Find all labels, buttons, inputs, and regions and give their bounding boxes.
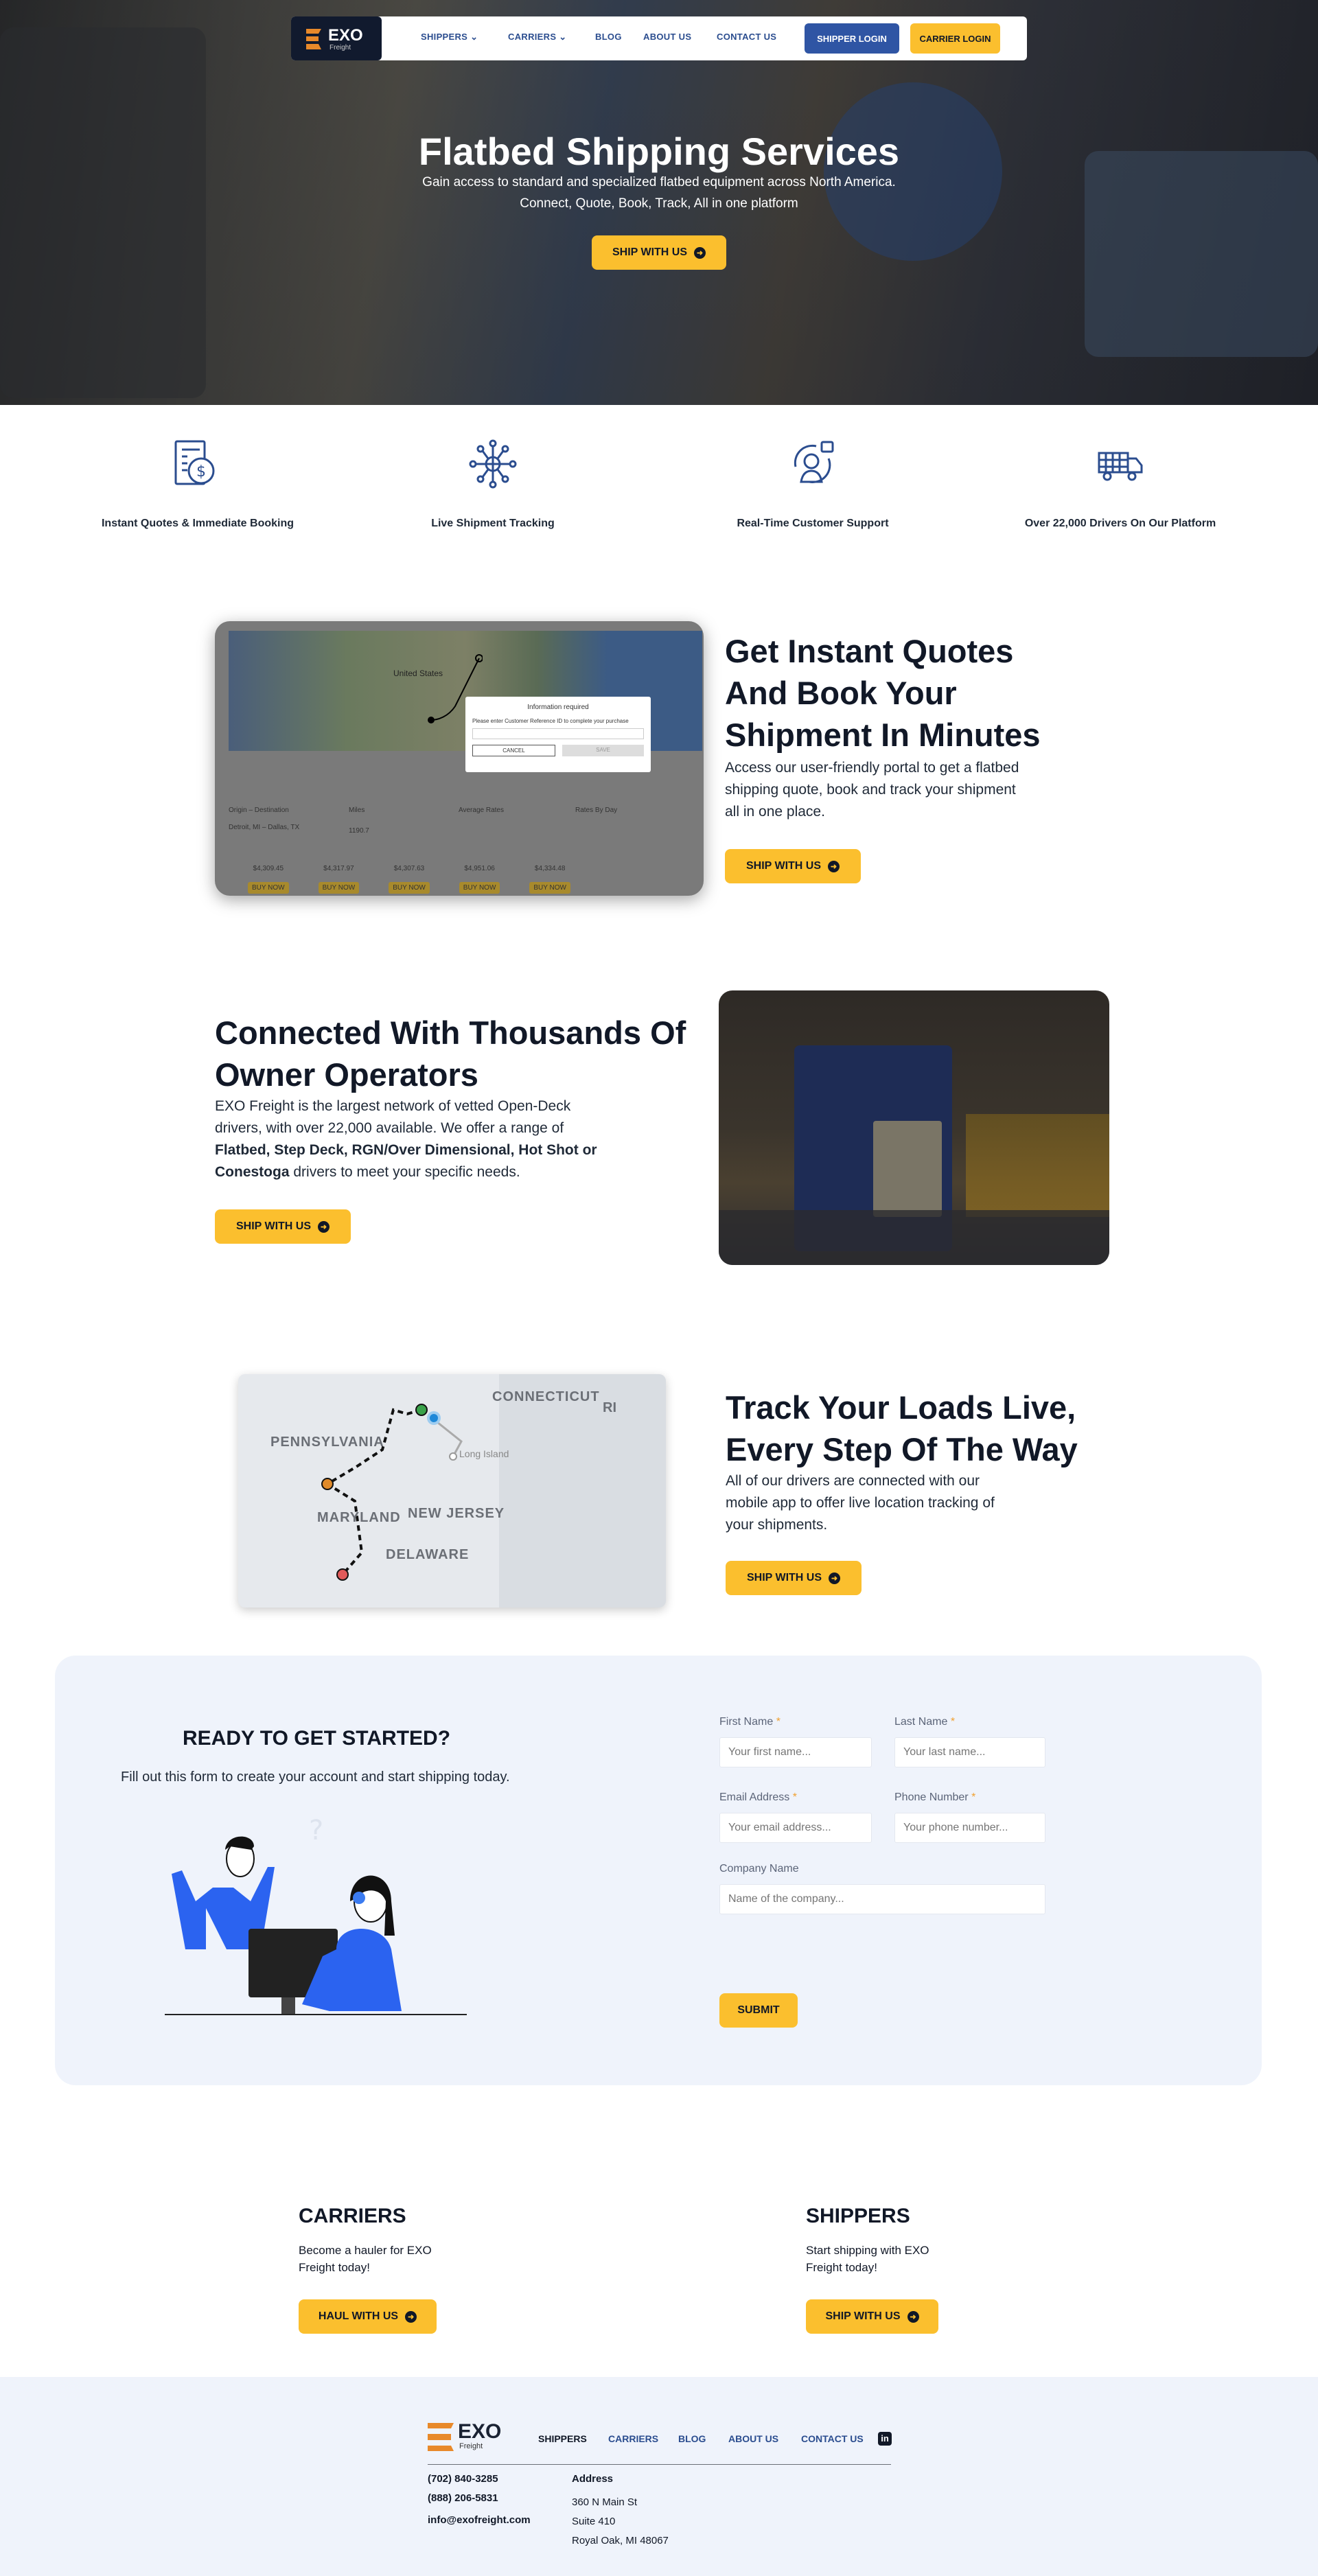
footer-logo[interactable]: EXO Freight xyxy=(428,2420,510,2455)
customer-support-icon xyxy=(794,441,834,483)
shipper-login-button[interactable]: SHIPPER LOGIN xyxy=(805,23,899,54)
tracking-text: All of our drivers are connected with ou… xyxy=(726,1473,995,1533)
company-input[interactable] xyxy=(719,1884,1045,1914)
last-name-input[interactable] xyxy=(894,1737,1045,1767)
feature-tracking: Live Shipment Tracking xyxy=(369,439,616,530)
buy-now-button: BUY NOW xyxy=(318,882,360,894)
operators-text: EXO Freight is the largest network of ve… xyxy=(215,1098,597,1180)
svg-text:$: $ xyxy=(196,463,206,480)
trucks-icon xyxy=(1098,452,1143,481)
support-illustration: ? xyxy=(165,1819,467,2015)
submit-button[interactable]: SUBMIT xyxy=(719,1993,798,2028)
nav-contact[interactable]: CONTACT US xyxy=(717,32,776,42)
signup-text: Fill out this form to create your accoun… xyxy=(121,1769,510,1785)
arrow-right-icon: ➜ xyxy=(828,860,840,872)
nav-blog[interactable]: BLOG xyxy=(595,32,622,42)
portal-results: Origin – Destination Miles Average Rates… xyxy=(229,758,702,894)
buy-now-button: BUY NOW xyxy=(459,882,500,894)
footer-link-contact[interactable]: CONTACT US xyxy=(801,2433,864,2444)
hero-ship-button[interactable]: SHIP WITH US ➜ xyxy=(592,235,726,270)
operators-ship-button[interactable]: SHIP WITH US ➜ xyxy=(215,1209,351,1244)
first-name-label: First Name * xyxy=(719,1716,781,1728)
carriers-text: Become a hauler for EXO Freight today! xyxy=(299,2244,432,2274)
quotes-title: Get Instant Quotes And Book Your Shipmen… xyxy=(725,633,1041,753)
phone-label: Phone Number * xyxy=(894,1791,976,1803)
carriers-title: CARRIERS xyxy=(299,2205,406,2227)
phone-2[interactable]: (888) 206-5831 xyxy=(428,2489,531,2508)
shippers-title: SHIPPERS xyxy=(806,2205,910,2227)
phone-1[interactable]: (702) 840-3285 xyxy=(428,2470,531,2489)
carrier-login-button[interactable]: CARRIER LOGIN xyxy=(910,23,1000,54)
nav-shippers[interactable]: SHIPPERS ⌄ xyxy=(421,32,478,43)
logo-mark-icon xyxy=(306,29,321,49)
email-link[interactable]: info@exofreight.com xyxy=(428,2511,531,2530)
hero-subtitle: Gain access to standard and specialized … xyxy=(422,175,896,189)
logo-mark-icon xyxy=(428,2423,454,2451)
quotes-text: Access our user-friendly portal to get a… xyxy=(725,760,1019,820)
phone-input[interactable] xyxy=(894,1813,1045,1843)
footer-link-shippers[interactable]: SHIPPERS xyxy=(538,2433,587,2444)
hero-subtitle-2: Connect, Quote, Book, Track, All in one … xyxy=(520,196,798,211)
shippers-text: Start shipping with EXO Freight today! xyxy=(806,2244,929,2274)
company-label: Company Name xyxy=(719,1863,799,1875)
footer-link-blog[interactable]: BLOG xyxy=(678,2433,706,2444)
top-nav: SHIPPERS ⌄ CARRIERS ⌄ BLOG ABOUT US CONT… xyxy=(291,16,1027,60)
arrow-right-icon: ➜ xyxy=(694,246,706,259)
email-label: Email Address * xyxy=(719,1791,797,1803)
arrow-right-icon: ➜ xyxy=(318,1220,330,1233)
invoice-dollar-icon: $ xyxy=(174,440,215,485)
footer-contact: (702) 840-3285 (888) 206-5831 info@exofr… xyxy=(428,2470,531,2530)
buy-now-button: BUY NOW xyxy=(248,882,289,894)
footer-address: Address 360 N Main St Suite 410 Royal Oak,… xyxy=(572,2473,669,2546)
footer-divider xyxy=(428,2464,891,2465)
nav-carriers[interactable]: CARRIERS ⌄ xyxy=(508,32,566,43)
arrow-right-icon: ➜ xyxy=(907,2310,919,2323)
footer-link-carriers[interactable]: CARRIERS xyxy=(608,2433,658,2444)
linkedin-icon[interactable]: in xyxy=(878,2432,892,2446)
info-dialog: Information required Please enter Custom… xyxy=(465,697,651,772)
logo[interactable]: EXO Freight xyxy=(291,16,382,60)
first-name-input[interactable] xyxy=(719,1737,872,1767)
feature-support: Real-Time Customer Support xyxy=(689,439,936,530)
email-input[interactable] xyxy=(719,1813,872,1843)
arrow-right-icon: ➜ xyxy=(405,2310,417,2323)
feature-quotes: $ Instant Quotes & Immediate Booking xyxy=(74,439,321,530)
feature-drivers: Over 22,000 Drivers On Our Platform xyxy=(997,439,1244,530)
last-name-label: Last Name * xyxy=(894,1716,956,1728)
truck-image xyxy=(719,990,1109,1265)
hero-title: Flatbed Shipping Services xyxy=(418,130,900,173)
haul-with-us-button[interactable]: HAUL WITH US ➜ xyxy=(299,2299,437,2334)
buy-now-button: BUY NOW xyxy=(529,882,570,894)
signup-title: READY TO GET STARTED? xyxy=(182,1727,451,1750)
svg-text:?: ? xyxy=(309,1819,323,1846)
tracking-title: Track Your Loads Live, Every Step Of The… xyxy=(726,1389,1078,1467)
arrow-right-icon: ➜ xyxy=(829,1572,841,1584)
nav-about[interactable]: ABOUT US xyxy=(643,32,691,42)
quotes-ship-button[interactable]: SHIP WITH US ➜ xyxy=(725,849,861,883)
operators-title: Connected With Thousands Of Owner Operat… xyxy=(215,1014,686,1093)
quote-portal-screenshot: United States Origin – Destination Miles… xyxy=(215,621,704,896)
shippers-ship-button[interactable]: SHIP WITH US ➜ xyxy=(806,2299,938,2334)
tracking-ship-button[interactable]: SHIP WITH US ➜ xyxy=(726,1561,862,1595)
tracking-map: CONNECTICUT RI PENNSYLVANIA Long Island … xyxy=(238,1374,666,1608)
network-globe-icon xyxy=(469,439,517,489)
buy-now-button: BUY NOW xyxy=(389,882,430,894)
footer-link-about[interactable]: ABOUT US xyxy=(728,2433,778,2444)
